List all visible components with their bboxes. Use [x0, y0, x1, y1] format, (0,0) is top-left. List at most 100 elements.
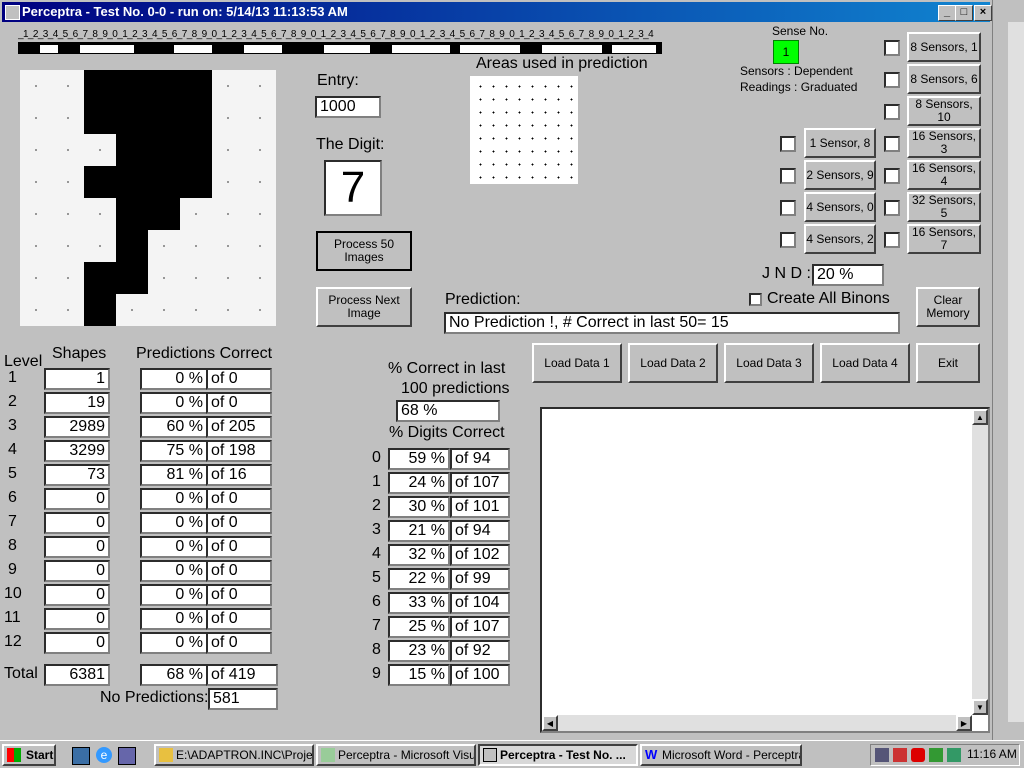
task-perceptra[interactable]: Perceptra - Test No. ...: [478, 744, 638, 766]
button-4-sensors-0[interactable]: 4 Sensors, 0: [804, 192, 876, 222]
level-number: 9: [8, 561, 17, 578]
load-data-3-button[interactable]: Load Data 3: [724, 343, 814, 383]
areas-label: Areas used in prediction: [476, 55, 648, 72]
button-16-sensors-3[interactable]: 16 Sensors, 3: [907, 128, 981, 158]
predictions-correct-header: Predictions Correct: [136, 345, 273, 362]
digit-label: The Digit:: [316, 136, 385, 153]
digit-pct-cell: 33 %: [388, 592, 450, 614]
checkbox-8-sensors-1[interactable]: [884, 40, 900, 56]
load-data-1-button[interactable]: Load Data 1: [532, 343, 622, 383]
button-8-sensors-10[interactable]: 8 Sensors, 10: [907, 96, 981, 126]
checkbox-4-sensors-0[interactable]: [780, 200, 796, 216]
button-4-sensors-2[interactable]: 4 Sensors, 2: [804, 224, 876, 254]
task-word[interactable]: W Microsoft Word - Perceptra...: [640, 744, 802, 766]
clear-memory-button[interactable]: Clear Memory: [916, 287, 980, 327]
title-bar[interactable]: Perceptra - Test No. 0-0 - run on: 5/14/…: [2, 2, 992, 22]
quick-launch-channels-icon[interactable]: [118, 747, 136, 765]
checkbox-16-sensors-4[interactable]: [884, 168, 900, 184]
scroll-down-button[interactable]: ▼: [972, 699, 988, 715]
button-16-sensors-4[interactable]: 16 Sensors, 4: [907, 160, 981, 190]
create-all-binons-checkbox[interactable]: [749, 293, 762, 306]
of-cell: of 198: [206, 440, 272, 462]
process-next-image-button[interactable]: Process Next Image: [316, 287, 412, 327]
task-word-label: Microsoft Word - Perceptra...: [662, 748, 802, 762]
background-scrollbar[interactable]: [1008, 22, 1024, 722]
ruler-bar: [18, 42, 662, 54]
quick-launch-desktop-icon[interactable]: [72, 747, 90, 765]
digit-pct-cell: 32 %: [388, 544, 450, 566]
of-cell: of 0: [206, 584, 272, 606]
scroll-left-button[interactable]: ◀: [542, 715, 558, 731]
horizontal-scrollbar[interactable]: ◀ ▶: [542, 715, 972, 731]
shapes-cell: 2989: [44, 416, 110, 438]
checkbox-16-sensors-3[interactable]: [884, 136, 900, 152]
level-number: 7: [8, 513, 17, 530]
pct-cell: 0 %: [140, 392, 208, 414]
ruler-pattern: [40, 45, 656, 53]
checkbox-8-sensors-6[interactable]: [884, 72, 900, 88]
exit-button[interactable]: Exit: [916, 343, 980, 383]
of-cell: of 0: [206, 512, 272, 534]
tray-icon-4[interactable]: [929, 748, 943, 762]
total-of: of 419: [206, 664, 278, 686]
scroll-up-button[interactable]: ▲: [972, 409, 988, 425]
task-explorer[interactable]: E:\ADAPTRON.INC\Proje...: [154, 744, 314, 766]
button-2-sensors-9[interactable]: 2 Sensors, 9: [804, 160, 876, 190]
load-data-2-label: Load Data 2: [640, 355, 706, 370]
load-data-2-button[interactable]: Load Data 2: [628, 343, 718, 383]
shapes-cell: 0: [44, 632, 110, 654]
total-pct: 68 %: [140, 664, 208, 686]
total-label: Total: [4, 665, 38, 682]
level-number: 4: [8, 441, 17, 458]
level-number: 12: [4, 633, 22, 650]
button-1-sensor-8[interactable]: 1 Sensor, 8: [804, 128, 876, 158]
close-button[interactable]: ×: [974, 5, 992, 21]
tray-icon-3[interactable]: [911, 748, 925, 762]
checkbox-2-sensors-9[interactable]: [780, 168, 796, 184]
clock: 11:16 AM: [967, 747, 1017, 761]
button-8-sensors-6[interactable]: 8 Sensors, 6: [907, 64, 981, 94]
button-32-sensors-5[interactable]: 32 Sensors, 5: [907, 192, 981, 222]
output-text-area[interactable]: ▲ ▼ ◀ ▶: [540, 407, 990, 733]
sensors-mode: Sensors : Dependent: [740, 64, 853, 78]
checkbox-4-sensors-2[interactable]: [780, 232, 796, 248]
digit-of-cell: of 94: [450, 448, 510, 470]
maximize-button[interactable]: □: [955, 5, 973, 21]
start-button[interactable]: Start: [2, 744, 56, 766]
shapes-cell: 1: [44, 368, 110, 390]
quick-launch-ie-icon[interactable]: e: [96, 747, 112, 763]
vertical-scrollbar[interactable]: ▲ ▼: [972, 409, 988, 715]
tray-icon-5[interactable]: [947, 748, 961, 762]
jnd-field[interactable]: 20 %: [812, 264, 884, 286]
entry-field[interactable]: 1000: [315, 96, 381, 118]
checkbox-1-sensor-8[interactable]: [780, 136, 796, 152]
checkbox-16-sensors-7[interactable]: [884, 232, 900, 248]
button-16-sensors-7[interactable]: 16 Sensors, 7: [907, 224, 981, 254]
digit-pct-cell: 21 %: [388, 520, 450, 542]
load-data-4-button[interactable]: Load Data 4: [820, 343, 910, 383]
checkbox-32-sensors-5[interactable]: [884, 200, 900, 216]
entry-label: Entry:: [317, 72, 359, 89]
pct-cell: 0 %: [140, 368, 208, 390]
pct-cell: 0 %: [140, 488, 208, 510]
label-4-sensors-2: 4 Sensors, 2: [806, 231, 874, 246]
process-50-images-button[interactable]: Process 50 Images: [316, 231, 412, 271]
digit-number: 1: [372, 473, 381, 490]
tray-icon-2[interactable]: [893, 748, 907, 762]
folder-icon: [159, 748, 173, 762]
digit-pct-cell: 23 %: [388, 640, 450, 662]
digit-image: [20, 70, 276, 326]
sense-indicator: 1: [773, 40, 799, 64]
digit-pct-cell: 15 %: [388, 664, 450, 686]
tray-icon-1[interactable]: [875, 748, 889, 762]
pct-cell: 0 %: [140, 512, 208, 534]
scroll-right-button[interactable]: ▶: [956, 715, 972, 731]
button-8-sensors-1[interactable]: 8 Sensors, 1: [907, 32, 981, 62]
label-8-sensors-10: 8 Sensors, 10: [915, 97, 973, 124]
checkbox-8-sensors-10[interactable]: [884, 104, 900, 120]
minimize-button[interactable]: _: [938, 5, 956, 21]
last100-label-line1: % Correct in last: [388, 360, 506, 377]
task-visual-basic[interactable]: Perceptra - Microsoft Visua...: [316, 744, 476, 766]
of-cell: of 205: [206, 416, 272, 438]
prediction-field: No Prediction !, # Correct in last 50= 1…: [444, 312, 900, 334]
